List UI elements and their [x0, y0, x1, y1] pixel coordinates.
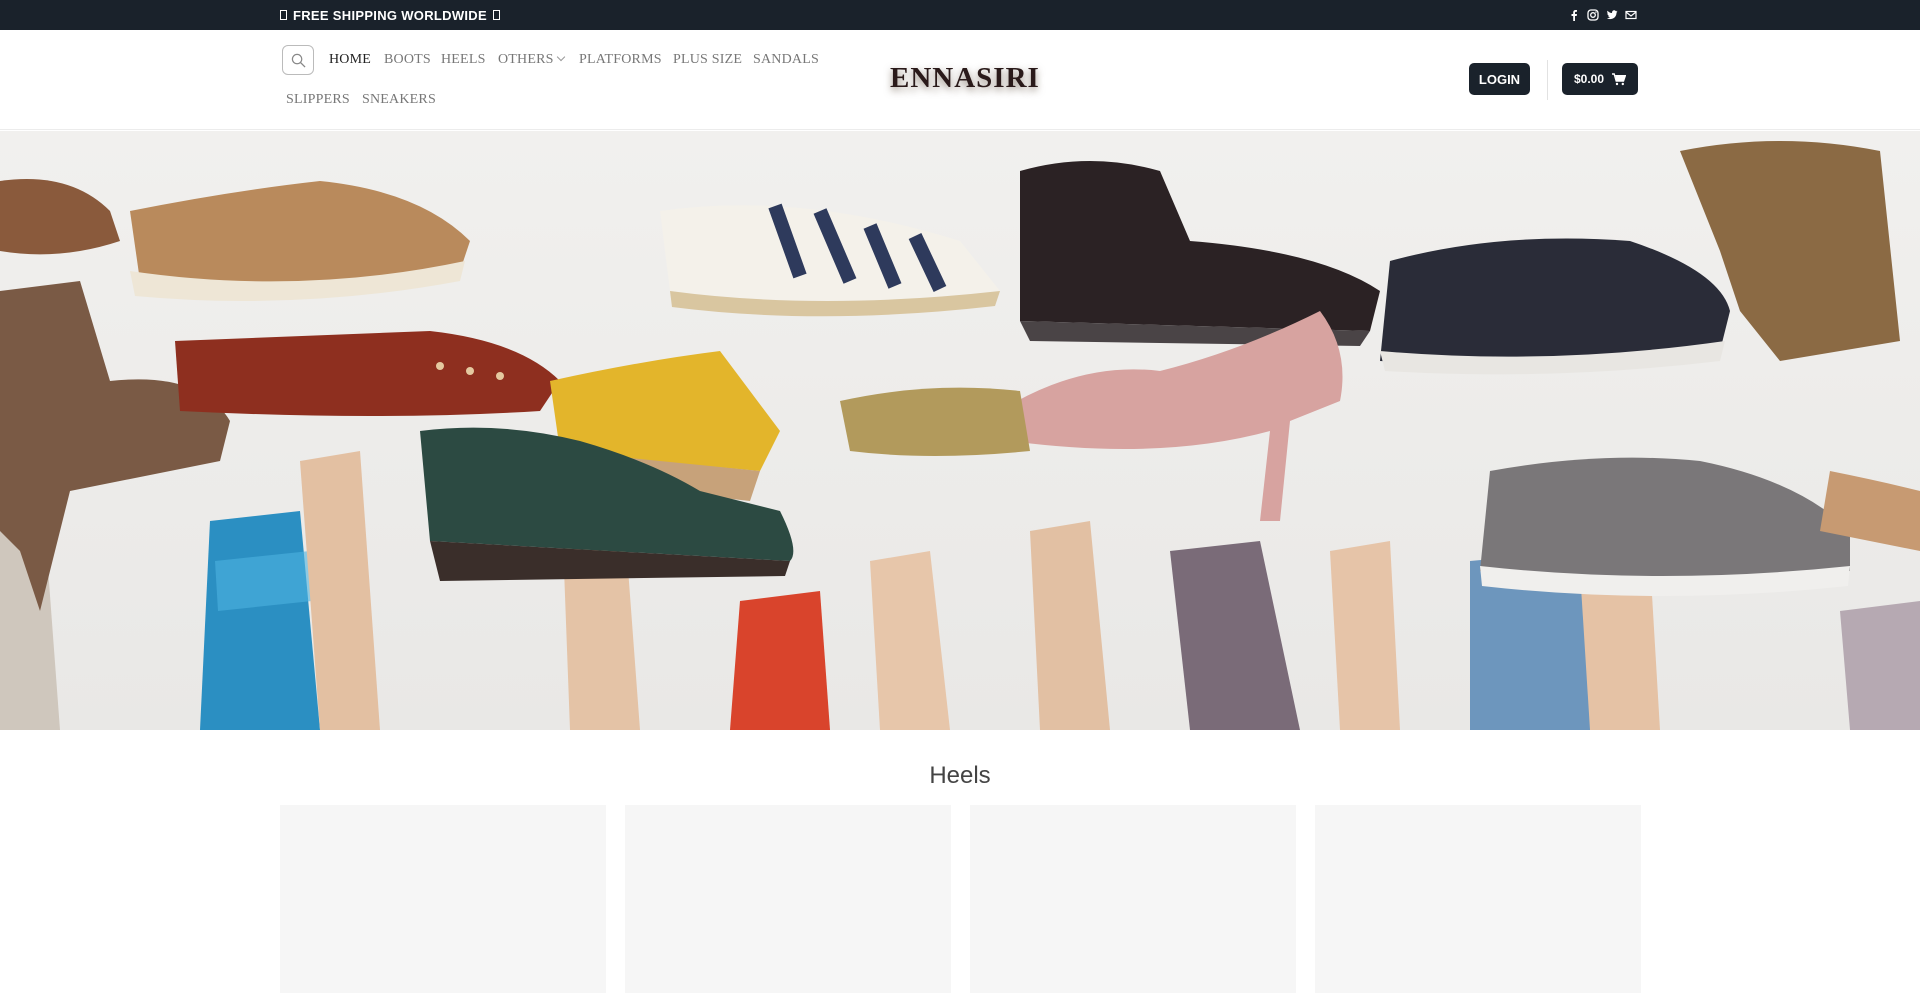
- nav-item-others-label: OTHERS: [498, 52, 554, 67]
- facebook-icon[interactable]: [1568, 9, 1580, 21]
- product-card[interactable]: [970, 805, 1296, 993]
- box-icon: [492, 10, 500, 20]
- site-logo[interactable]: ENNASIRI: [890, 62, 1040, 95]
- instagram-icon[interactable]: [1587, 9, 1599, 21]
- nav-item-home[interactable]: HOME: [329, 52, 371, 68]
- box-icon: [280, 10, 287, 20]
- social-links: [1568, 0, 1637, 30]
- nav-item-others[interactable]: OTHERS: [498, 52, 565, 68]
- cart-icon: [1612, 72, 1627, 85]
- email-icon[interactable]: [1625, 9, 1637, 21]
- nav-item-boots[interactable]: BOOTS: [384, 52, 431, 68]
- cart-button[interactable]: $0.00: [1562, 63, 1638, 95]
- chevron-down-icon: [556, 52, 565, 62]
- hero-image: [0, 141, 1920, 730]
- nav-item-heels[interactable]: HEELS: [441, 52, 486, 68]
- nav-item-plus-size[interactable]: PLUS SIZE: [673, 52, 742, 68]
- nav-item-slippers[interactable]: SLIPPERS: [286, 92, 350, 108]
- search-button[interactable]: [282, 45, 314, 75]
- header-divider: [1547, 60, 1548, 100]
- product-card[interactable]: [625, 805, 951, 993]
- product-card[interactable]: [1315, 805, 1641, 993]
- shipping-text: FREE SHIPPING WORLDWIDE: [293, 7, 487, 23]
- cart-total: $0.00: [1573, 72, 1605, 86]
- nav-item-platforms[interactable]: PLATFORMS: [579, 52, 662, 68]
- site-header: HOME BOOTS HEELS OTHERS PLATFORMS PLUS S…: [0, 30, 1920, 130]
- twitter-icon[interactable]: [1606, 9, 1618, 21]
- login-button[interactable]: LOGIN: [1469, 63, 1530, 95]
- shipping-notice: FREE SHIPPING WORLDWIDE: [280, 0, 500, 30]
- nav-item-sneakers[interactable]: SNEAKERS: [362, 92, 436, 108]
- search-icon: [291, 53, 306, 68]
- nav-item-sandals[interactable]: SANDALS: [753, 52, 819, 68]
- section-title: Heels: [929, 762, 991, 789]
- product-card[interactable]: [280, 805, 606, 993]
- top-bar: FREE SHIPPING WORLDWIDE: [0, 0, 1920, 30]
- hero-banner[interactable]: [0, 131, 1920, 730]
